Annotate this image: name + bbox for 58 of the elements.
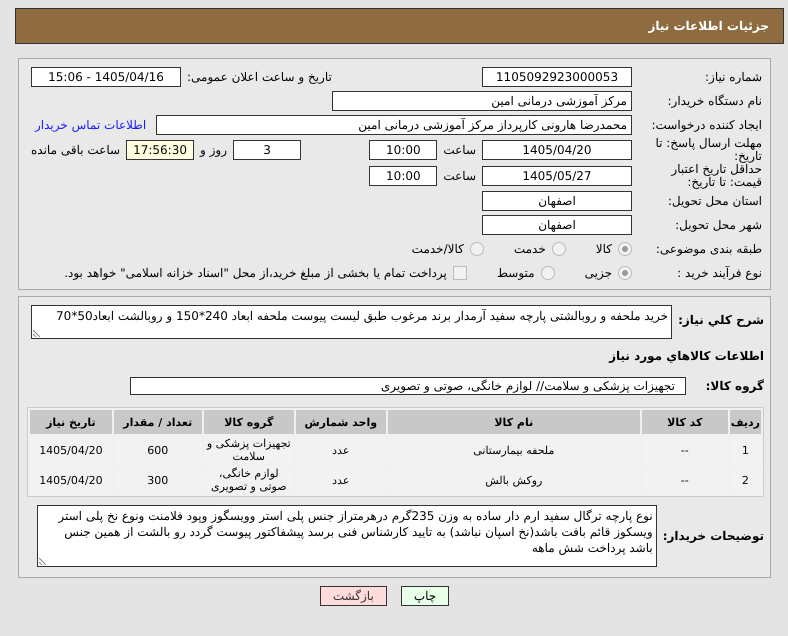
field-label: استان محل تحویل: <box>666 194 762 208</box>
checkbox[interactable] <box>452 266 467 280</box>
resize-grip-icon[interactable] <box>39 557 47 565</box>
field-label: شهر محل تحویل: <box>674 218 762 232</box>
input-field[interactable]: اصفهان <box>482 191 632 211</box>
radio-button[interactable] <box>540 266 555 280</box>
input-field[interactable]: 10:00 <box>369 166 438 186</box>
input-field[interactable]: 1405/04/20 <box>482 140 632 160</box>
input-field[interactable]: محمدرضا هارونی کارپرداز مرکز آموزشی درمانی امین <box>156 115 632 135</box>
option-label: کالا/خدمت <box>412 242 464 256</box>
field-label: شماره نیاز: <box>704 70 762 84</box>
resize-grip-icon[interactable] <box>33 329 41 337</box>
page-title: جزئیات اطلاعات نیاز <box>648 19 769 33</box>
input-field[interactable]: 1105092923000053 <box>482 67 632 87</box>
field-label: ایجاد کننده درخواست: <box>650 118 762 132</box>
field-label: نوع فرآیند خرید : <box>676 266 762 280</box>
field-label: حداقل تاریخ اعتبار قیمت: تا تاریخ: <box>670 163 762 189</box>
input-field[interactable]: مرکز آموزشی درمانی امین <box>332 91 632 111</box>
print-button[interactable]: چاپ <box>400 586 450 606</box>
option-label: پرداخت تمام یا بخشی از مبلغ خرید،از محل "اسناد خزانه اسلامی" خواهد بود. <box>64 266 447 280</box>
input-field[interactable]: 3 <box>233 140 302 160</box>
column-header: تاریخ نیاز <box>30 410 112 434</box>
radio-button[interactable] <box>618 266 632 280</box>
field-label: ساعت <box>443 169 476 183</box>
field-label: شرح کلي نياز: <box>678 312 764 327</box>
option-label: متوسط <box>496 266 535 280</box>
column-header: کد کالا <box>642 410 728 434</box>
contact-link[interactable]: اطلاعات تماس خریدار <box>31 118 150 132</box>
input-field[interactable]: اصفهان <box>482 215 632 235</box>
field-label: تاریخ و ساعت اعلان عمومی: <box>187 70 332 84</box>
radio-button[interactable] <box>552 242 566 256</box>
radio-button[interactable] <box>470 242 484 256</box>
description-field[interactable]: خرید ملحفه و روبالشتی پارچه سفید آرمدار برند مرغوب طبق لیست پیوست ملحفه ابعاد 240*150 و روبالشت ابعاد50*70 <box>31 305 672 339</box>
field-label: روز و <box>200 143 228 157</box>
radio-button[interactable] <box>618 242 632 256</box>
field-label: مهلت ارسال پاسخ: تا تاریخ: <box>654 137 762 163</box>
column-header: گروه کالا <box>204 410 294 434</box>
back-button[interactable]: بازگشت <box>320 586 387 606</box>
input-field[interactable]: تجهیزات پزشکی و سلامت// لوازم خانگی، صوتی و تصویری <box>130 377 686 395</box>
input-field[interactable]: 1405/04/16 - 15:06 <box>31 67 181 87</box>
section-heading: اطلاعات کالاهاي مورد نياز <box>608 349 764 363</box>
option-label: خدمت <box>514 242 546 256</box>
option-label: جزیی <box>584 266 612 280</box>
field-label: ساعت <box>443 143 476 157</box>
input-field[interactable]: 1405/05/27 <box>482 166 632 186</box>
input-field[interactable]: 10:00 <box>369 140 438 160</box>
field-label: ساعت باقی مانده <box>31 143 120 157</box>
column-header: واحد شمارش <box>296 410 386 434</box>
option-label: کالا <box>596 242 612 256</box>
column-header: نام کالا <box>388 410 640 434</box>
field-label: گروه کالا: <box>704 379 764 393</box>
column-header: تعداد / مقدار <box>114 410 202 434</box>
countdown-field: 17:56:30 <box>126 140 194 160</box>
notes-field[interactable]: نوع پارچه ترگال سفید ارم دار ساده به وزن 235گرم درهرمتراز جنس پلی استر وویسگوز وپود فلامنت ونوع نخ پلی استر ویسکوز قائم بافت باشد(نخ اسپان نباشد) به تایید کارشناس فنی برسد پیشفاکتور پیوست گردد رو بالشت از همین جنس باشد پرداخت شش ماهه <box>37 505 657 567</box>
field-label: طبقه بندی موضوعی: <box>654 242 762 256</box>
column-header: ردیف <box>730 410 761 434</box>
field-label: نام دستگاه خریدار: <box>666 94 762 108</box>
field-label: توضیحات خریدار: <box>662 528 764 543</box>
